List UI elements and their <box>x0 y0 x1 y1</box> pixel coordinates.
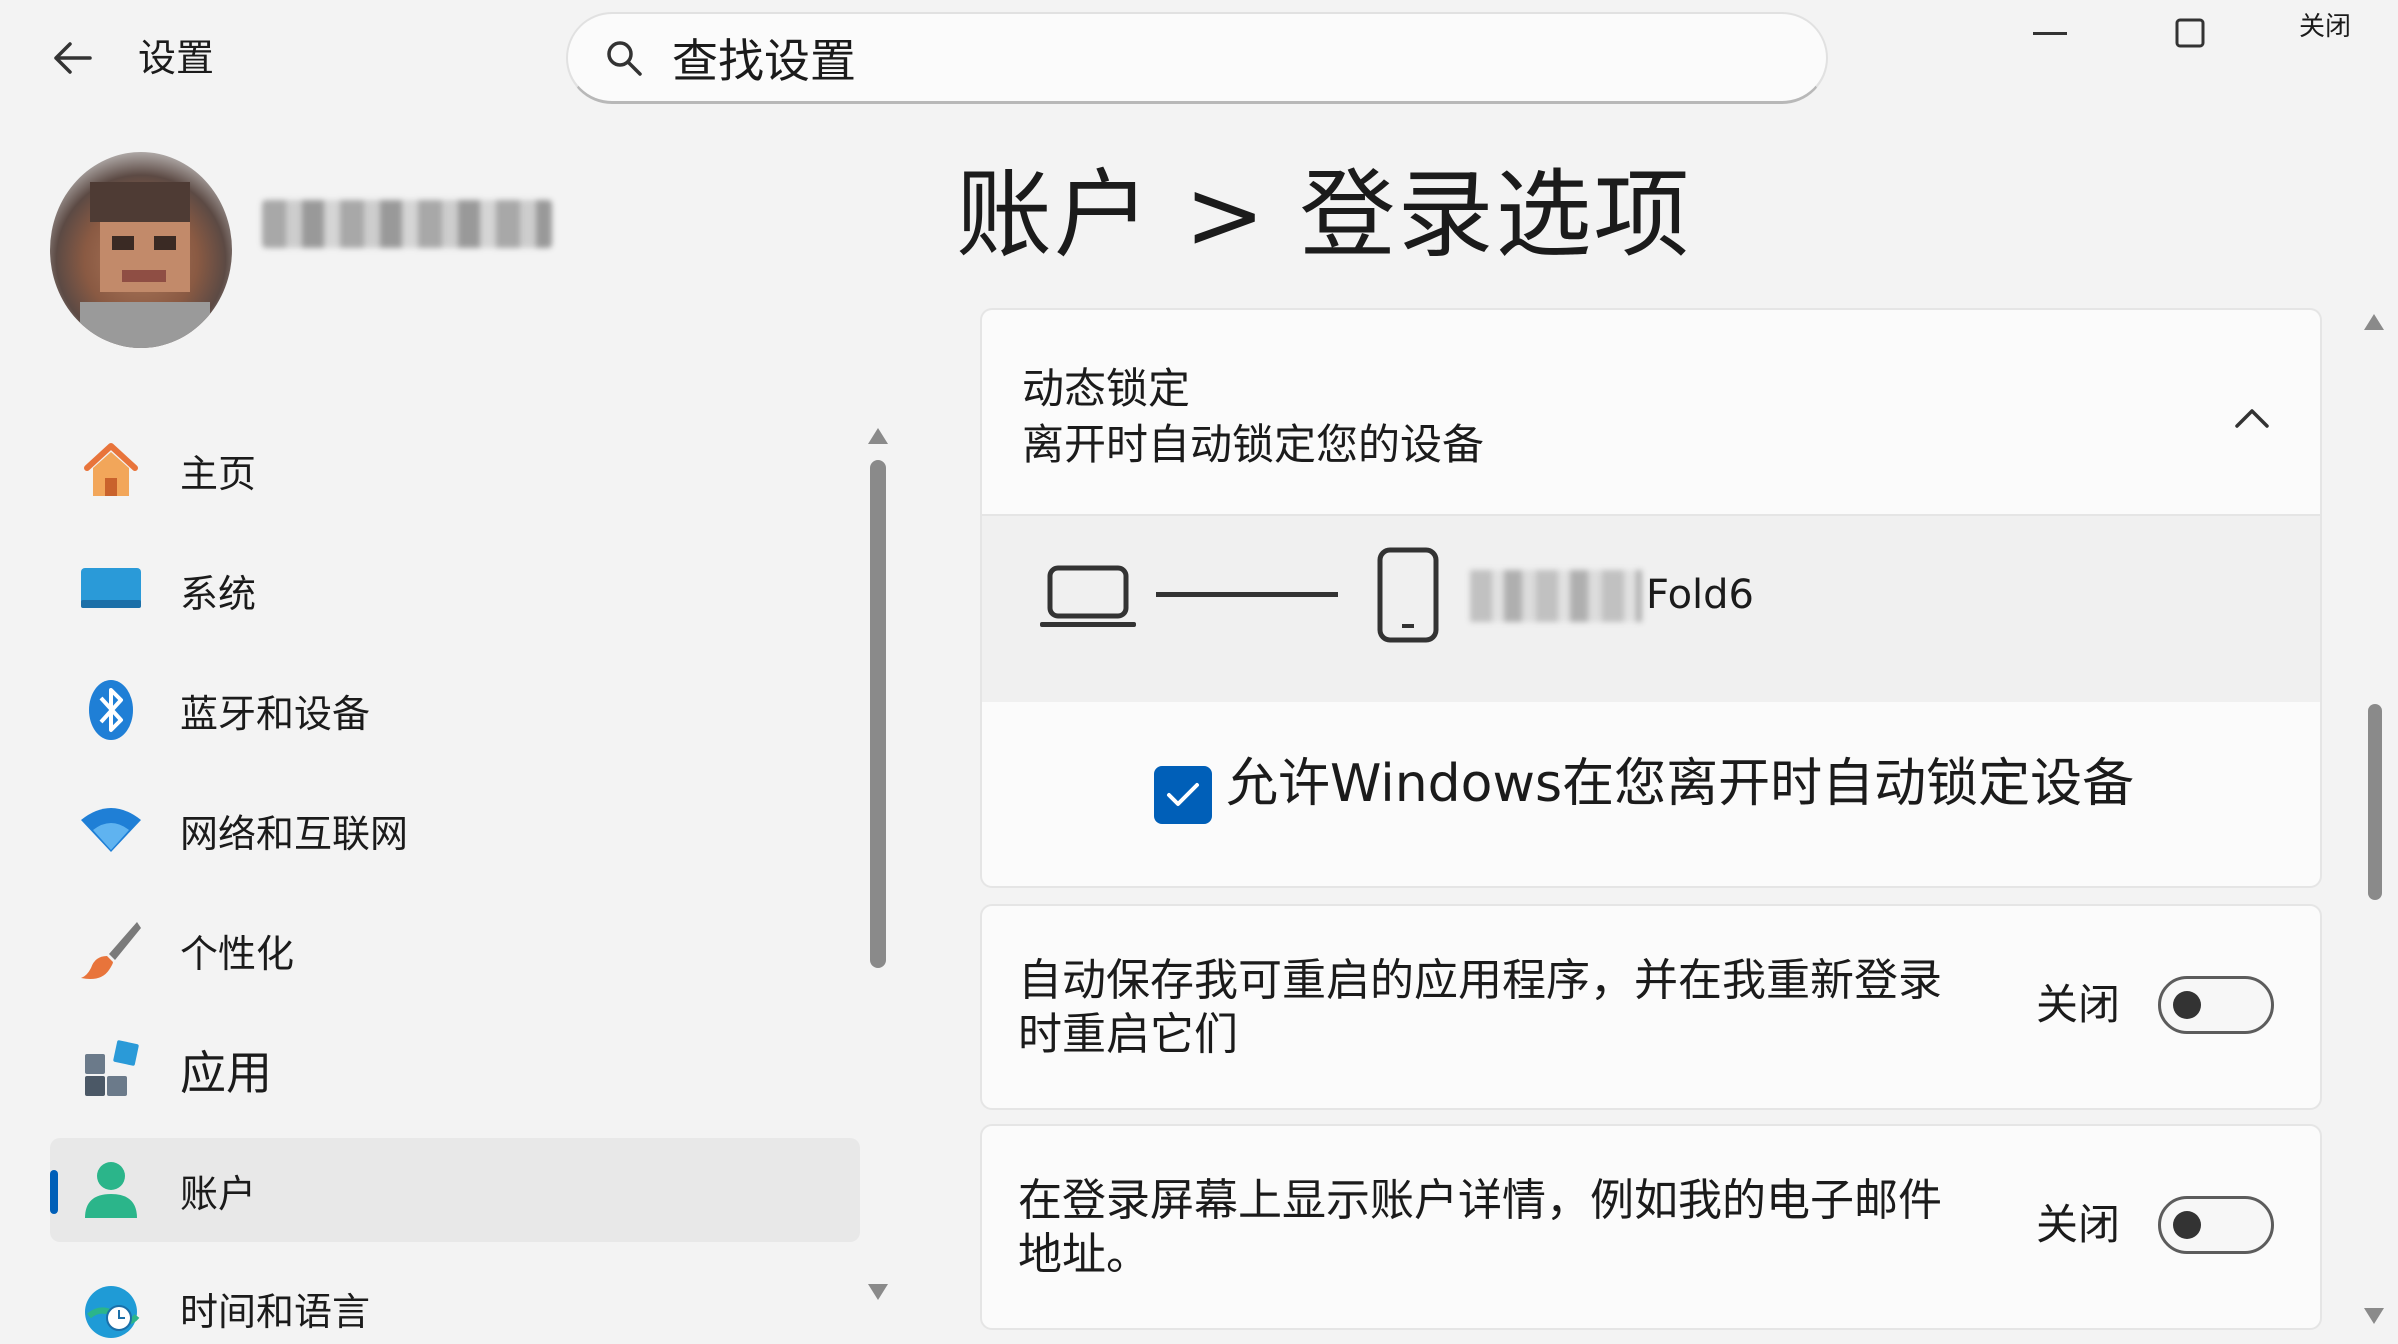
page-title: 账户 > 登录选项 <box>956 159 1692 271</box>
sidebar-scrollbar-thumb[interactable] <box>870 460 886 968</box>
show-account-details-toggle[interactable] <box>2158 1196 2274 1254</box>
sidebar-item-label: 时间和语言 <box>180 1289 371 1334</box>
search-icon <box>600 34 648 82</box>
auto-lock-checkbox-label[interactable]: 允许Windows在您离开时自动锁定设备 <box>1226 748 2134 820</box>
search-box[interactable]: 查找设置 <box>566 12 1828 104</box>
restart-apps-toggle[interactable] <box>2158 976 2274 1034</box>
sidebar-item-label: 网络和互联网 <box>180 811 409 856</box>
maximize-icon <box>2175 18 2205 48</box>
toggle-knob <box>2173 1211 2201 1239</box>
main-scroll-down-arrow[interactable] <box>2362 1306 2386 1326</box>
settings-window: 设置 查找设置 关闭 主页 系统 蓝牙和设备 网络和互联网 个性化 应用 账户 … <box>0 0 2398 1344</box>
show-account-details-label-line2: 地址。 <box>1018 1229 1150 1280</box>
sidebar-item-bluetooth[interactable]: 蓝牙和设备 <box>50 658 860 762</box>
wifi-icon <box>76 795 146 865</box>
paired-device-name: Fold6 <box>1646 572 1755 618</box>
bluetooth-icon <box>76 675 146 745</box>
laptop-icon <box>1040 565 1136 627</box>
back-arrow-icon <box>54 42 92 74</box>
minimize-icon <box>2033 32 2067 35</box>
close-button[interactable]: 关闭 <box>2290 0 2360 72</box>
paired-device-row: Fold6 <box>980 514 2322 704</box>
brush-icon <box>76 915 146 985</box>
sidebar-item-label: 应用 <box>180 1046 272 1100</box>
dynamic-lock-checkbox-row: 允许Windows在您离开时自动锁定设备 <box>980 702 2322 888</box>
checkmark-icon <box>1167 783 1199 806</box>
sidebar-item-label: 主页 <box>180 451 257 496</box>
restart-apps-label-line1: 自动保存我可重启的应用程序，并在我重新登录 <box>1018 955 1942 1006</box>
account-icon <box>76 1155 146 1225</box>
sidebar-item-personalization[interactable]: 个性化 <box>50 898 860 1002</box>
home-icon <box>76 435 146 505</box>
dynamic-lock-title: 动态锁定 <box>1022 364 1191 413</box>
restart-apps-label-line2: 时重启它们 <box>1018 1009 1238 1060</box>
sidebar-item-network[interactable]: 网络和互联网 <box>50 778 860 882</box>
search-input[interactable]: 查找设置 <box>672 25 856 91</box>
sidebar-scroll-up-arrow[interactable] <box>866 426 890 446</box>
sidebar-scroll-down-arrow[interactable] <box>866 1282 890 1302</box>
dynamic-lock-header[interactable]: 动态锁定 离开时自动锁定您的设备 <box>980 308 2322 516</box>
apps-icon <box>76 1035 146 1105</box>
globe-clock-icon <box>76 1273 146 1343</box>
sidebar-item-system[interactable]: 系统 <box>50 538 860 642</box>
show-account-details-label: 在登录屏幕上显示账户详情，例如我的电子邮件 地址。 <box>1018 1174 1958 1282</box>
show-account-details-state: 关闭 <box>2035 1200 2120 1249</box>
restart-apps-label: 自动保存我可重启的应用程序，并在我重新登录 时重启它们 <box>1018 954 1958 1062</box>
sidebar-item-label: 系统 <box>180 571 257 616</box>
back-button[interactable] <box>40 30 104 86</box>
sidebar-item-time-language[interactable]: 时间和语言 <box>50 1256 860 1344</box>
show-account-details-setting: 在登录屏幕上显示账户详情，例如我的电子邮件 地址。 关闭 <box>980 1124 2322 1330</box>
sidebar-item-apps[interactable]: 应用 <box>50 1018 860 1122</box>
maximize-button[interactable] <box>2160 0 2220 66</box>
dynamic-lock-description: 离开时自动锁定您的设备 <box>1022 420 1485 469</box>
app-title: 设置 <box>138 36 215 80</box>
sidebar-item-accounts[interactable]: 账户 <box>50 1138 860 1242</box>
system-icon <box>76 555 146 625</box>
main-scrollbar-thumb[interactable] <box>2368 704 2382 900</box>
minimize-button[interactable] <box>2020 0 2080 66</box>
restart-apps-setting: 自动保存我可重启的应用程序，并在我重新登录 时重启它们 关闭 <box>980 904 2322 1110</box>
connection-line <box>1156 592 1338 597</box>
sidebar-item-label: 蓝牙和设备 <box>180 691 371 736</box>
auto-lock-checkbox[interactable] <box>1154 766 1212 824</box>
toggle-knob <box>2173 991 2201 1019</box>
restart-apps-state: 关闭 <box>2035 980 2120 1029</box>
active-indicator <box>50 1170 58 1214</box>
device-owner-redacted <box>1470 570 1642 622</box>
sidebar-item-label: 账户 <box>180 1171 257 1216</box>
main-scroll-up-arrow[interactable] <box>2362 312 2386 332</box>
sidebar-item-label: 个性化 <box>180 931 295 976</box>
chevron-up-icon[interactable] <box>2232 398 2272 438</box>
avatar <box>50 152 232 348</box>
profile-name-redacted <box>262 200 552 248</box>
sidebar-item-home[interactable]: 主页 <box>50 418 860 522</box>
phone-icon <box>1377 547 1439 643</box>
show-account-details-label-line1: 在登录屏幕上显示账户详情，例如我的电子邮件 <box>1018 1175 1942 1226</box>
